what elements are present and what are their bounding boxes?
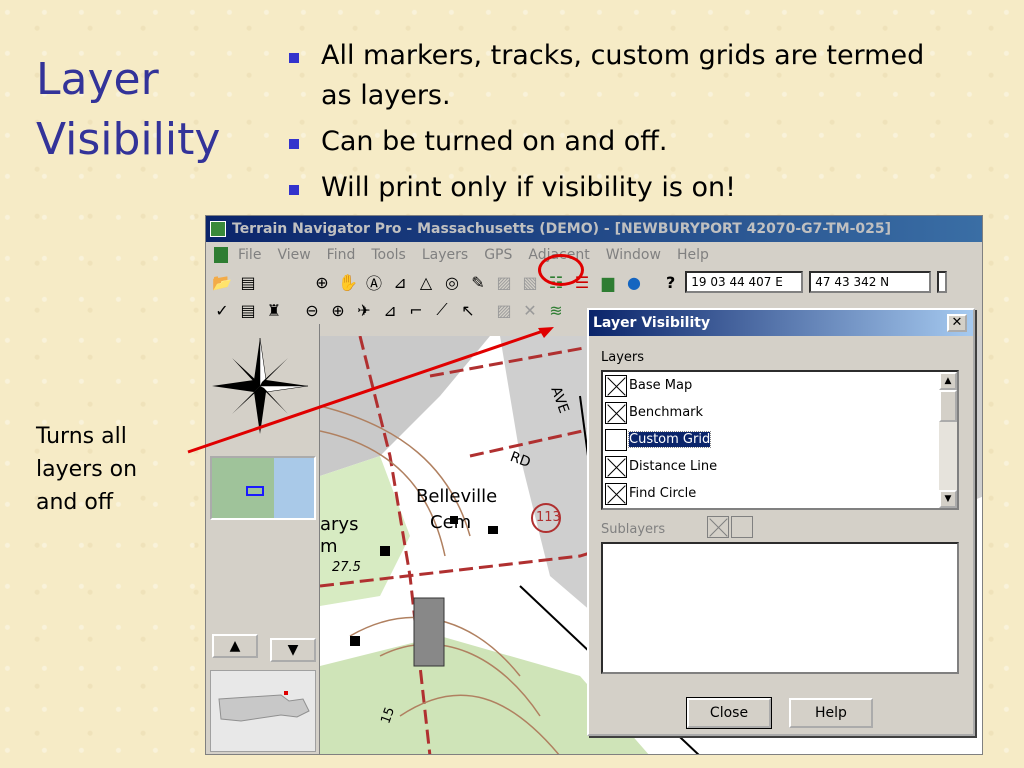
scroll-up-button[interactable]: ▲ — [212, 634, 258, 658]
window-titlebar: Terrain Navigator Pro - Massachusetts (D… — [206, 216, 982, 242]
viewport-frame[interactable] — [246, 486, 264, 496]
layer-checkbox[interactable] — [605, 401, 627, 424]
menu-view[interactable]: View — [277, 247, 310, 263]
bullet-item: Will print only if visibility is on! — [285, 168, 925, 208]
layer-checkbox[interactable] — [605, 455, 627, 478]
bullet-item: All markers, tracks, custom grids are te… — [285, 36, 925, 116]
layer-checkbox[interactable] — [605, 482, 627, 505]
sublayers-group-label: Sublayers — [601, 522, 666, 537]
layer-item[interactable]: Benchmark — [603, 399, 957, 426]
menu-find[interactable]: Find — [327, 247, 356, 263]
bullet-list: All markers, tracks, custom grids are te… — [285, 36, 925, 214]
layer-item[interactable]: Find Circle — [603, 480, 957, 507]
dialog-title: Layer Visibility — [593, 315, 711, 331]
map-label-m: m — [320, 536, 338, 557]
layer-color-icon[interactable]: ▆ — [596, 271, 620, 293]
layer-visibility-dialog: Layer Visibility ✕ Layers Base Map Bench… — [587, 308, 975, 736]
triangle-marker-icon[interactable]: △ — [414, 271, 438, 293]
layer-item[interactable]: Custom Grid — [603, 426, 957, 453]
layers-toggle-icon[interactable]: ≋ — [544, 299, 568, 321]
arrow-cursor-icon[interactable]: ↖ — [456, 299, 480, 321]
overview-minimap[interactable] — [210, 456, 316, 520]
terrain-profile-icon[interactable]: ▨ — [492, 271, 516, 293]
close-icon[interactable]: ✕ — [947, 314, 967, 332]
gps-icon[interactable]: ✈ — [352, 299, 376, 321]
navigation-panel: ▲ ▼ — [206, 324, 320, 754]
open-folder-icon[interactable]: 📂 — [210, 271, 234, 293]
dialog-titlebar: Layer Visibility ✕ — [589, 310, 973, 336]
map-label-route: 113 — [536, 510, 561, 525]
map-label-elevation: 27.5 — [332, 560, 361, 575]
menu-help[interactable]: Help — [677, 247, 709, 263]
line-draw-icon[interactable]: ⟋ — [430, 299, 454, 321]
scroll-thumb[interactable] — [939, 390, 957, 422]
bullet-item: Can be turned on and off. — [285, 122, 925, 162]
help-button[interactable]: Help — [789, 698, 873, 728]
crosshair-icon[interactable]: ⊕ — [326, 299, 350, 321]
window-title: Terrain Navigator Pro - Massachusetts (D… — [232, 221, 892, 237]
globe-icon[interactable]: ● — [622, 271, 646, 293]
print-icon[interactable]: ▤ — [236, 299, 260, 321]
grid-icon[interactable]: ▨ — [492, 299, 516, 321]
coordinate-north-field[interactable]: 47 43 342 N — [809, 271, 932, 293]
ruler-measure-icon[interactable]: ⊿ — [378, 299, 402, 321]
hand-pan-icon[interactable]: ✋ — [336, 271, 360, 293]
menu-bar: File View Find Tools Layers GPS Adjacent… — [206, 242, 982, 268]
layer-checkbox[interactable] — [605, 428, 627, 451]
sublayers-check-all-icon[interactable] — [707, 516, 729, 538]
print-preview-icon[interactable]: ▤ — [236, 271, 260, 293]
binoculars-icon[interactable]: ♜ — [262, 299, 286, 321]
map-label-belleville: Belleville — [416, 486, 498, 507]
menu-gps[interactable]: GPS — [484, 247, 512, 263]
text-label-icon[interactable]: Ⓐ — [362, 271, 386, 293]
coordinate-extra-field[interactable] — [937, 271, 948, 293]
layer-item[interactable]: Base Map — [603, 372, 957, 399]
checkmark-icon[interactable]: ✓ — [210, 299, 234, 321]
layer-item[interactable]: Distance Line — [603, 453, 957, 480]
map-label-arys: arys — [320, 514, 359, 535]
scroll-up-arrow-icon[interactable]: ▲ — [939, 372, 957, 390]
pencil-icon[interactable]: ✎ — [466, 271, 490, 293]
layers-scrollbar[interactable]: ▲ ▼ — [939, 372, 957, 508]
target-icon[interactable]: ◎ — [440, 271, 464, 293]
menu-window[interactable]: Window — [606, 247, 661, 263]
sublayers-uncheck-all-icon[interactable] — [731, 516, 753, 538]
coordinate-east-field[interactable]: 19 03 44 407 E — [685, 271, 804, 293]
menu-tools[interactable]: Tools — [371, 247, 406, 263]
slide-title: Layer Visibility — [36, 54, 221, 165]
map-label-cem: Cem — [430, 512, 472, 533]
callout-note: Turns all layers on and off — [36, 424, 138, 515]
menu-file[interactable]: File — [238, 247, 261, 263]
scroll-down-arrow-icon[interactable]: ▼ — [939, 490, 957, 508]
route-icon[interactable]: ⌐ — [404, 299, 428, 321]
document-icon — [214, 247, 228, 263]
help-pointer-icon[interactable]: ? — [666, 273, 675, 292]
toolbar-main: 📂 ▤ ⊕ ✋ Ⓐ ⊿ △ ◎ ✎ ▨ ▧ ☷ ☰ ▆ ● ? 19 03 44… — [206, 254, 982, 296]
menu-layers[interactable]: Layers — [422, 247, 468, 263]
layer-checkbox[interactable] — [605, 374, 627, 397]
sublayers-list[interactable] — [601, 542, 959, 674]
close-button[interactable]: Close — [686, 697, 772, 729]
ruler-icon[interactable]: ⊿ — [388, 271, 412, 293]
delete-icon[interactable]: ✕ — [518, 299, 542, 321]
layers-group-label: Layers — [601, 350, 645, 365]
highlight-circle — [538, 254, 584, 286]
app-icon — [210, 221, 226, 237]
compass-rose-icon[interactable] — [212, 338, 308, 434]
state-locator-map[interactable] — [210, 670, 316, 752]
zoom-in-icon[interactable]: ⊕ — [310, 271, 334, 293]
scroll-down-button[interactable]: ▼ — [270, 638, 316, 662]
layers-list[interactable]: Base Map Benchmark Custom Grid Distance … — [601, 370, 959, 510]
zoom-out-icon[interactable]: ⊖ — [300, 299, 324, 321]
